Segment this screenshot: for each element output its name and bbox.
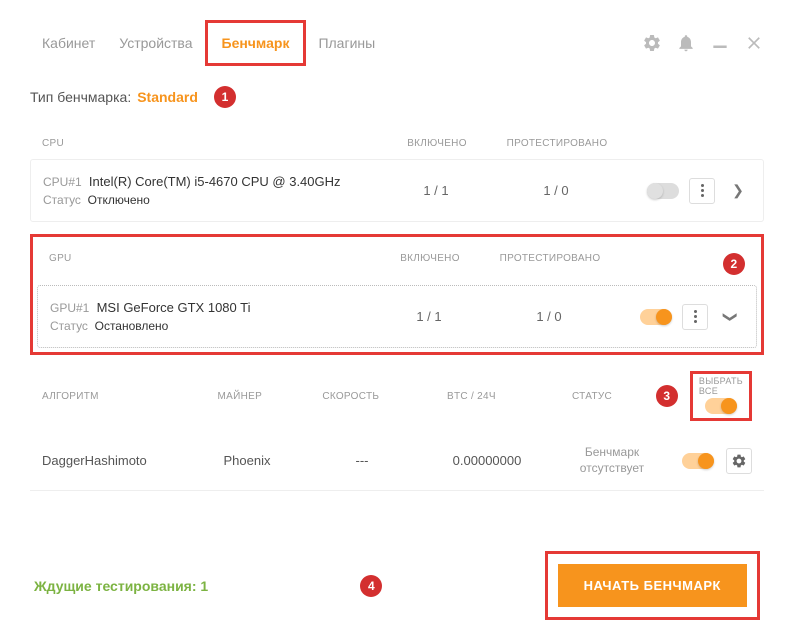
cpu-label: CPU#1 bbox=[43, 175, 82, 189]
start-benchmark-button[interactable]: НАЧАТЬ БЕНЧМАРК bbox=[558, 564, 747, 607]
tab-cabinet[interactable]: Кабинет bbox=[30, 25, 107, 61]
algo-btc: 0.00000000 bbox=[422, 453, 552, 468]
gpu-name: MSI GeForce GTX 1080 Ti bbox=[97, 300, 251, 315]
callout-badge-1: 1 bbox=[214, 86, 236, 108]
algo-settings-button[interactable] bbox=[726, 448, 752, 474]
tab-devices[interactable]: Устройства bbox=[107, 25, 204, 61]
algo-speed: --- bbox=[302, 453, 422, 468]
cpu-toggle[interactable] bbox=[647, 183, 679, 199]
gpu-collapse-button[interactable]: ❯ bbox=[718, 304, 744, 330]
bell-icon[interactable] bbox=[676, 33, 696, 53]
algo-name: DaggerHashimoto bbox=[42, 453, 192, 468]
algo-header: АЛГОРИТМ МАЙНЕР СКОРОСТЬ BTC / 24ч СТАТУ… bbox=[30, 361, 764, 431]
callout-badge-2: 2 bbox=[723, 253, 745, 275]
cpu-expand-button[interactable]: ❯ bbox=[725, 178, 751, 204]
gpu-header: GPU ВКЛЮЧЕНО ПРОТЕСТИРОВАНО 2 bbox=[37, 243, 757, 285]
tab-plugins[interactable]: Плагины bbox=[306, 25, 387, 61]
gpu-status: Остановлено bbox=[95, 319, 169, 333]
select-all-label: ВЫБРАТЬ ВСЕ bbox=[699, 376, 743, 396]
algo-toggle[interactable] bbox=[682, 453, 714, 469]
gpu-enabled: 1 / 1 bbox=[374, 309, 484, 324]
gpu-row: GPU#1 MSI GeForce GTX 1080 Ti Статус Ост… bbox=[37, 285, 757, 348]
benchmark-type-label: Тип бенчмарка: bbox=[30, 89, 131, 105]
nav-tabs: Кабинет Устройства Бенчмарк Плагины bbox=[30, 20, 764, 66]
gpu-menu-button[interactable] bbox=[682, 304, 708, 330]
select-all-toggle[interactable] bbox=[705, 398, 737, 414]
benchmark-type: Тип бенчмарка: Standard 1 bbox=[30, 86, 764, 108]
tab-benchmark[interactable]: Бенчмарк bbox=[210, 25, 302, 61]
cpu-status: Отключено bbox=[88, 193, 150, 207]
algo-miner: Phoenix bbox=[192, 453, 302, 468]
gear-icon bbox=[731, 453, 747, 469]
benchmark-type-value[interactable]: Standard bbox=[137, 89, 198, 105]
close-icon[interactable] bbox=[744, 33, 764, 53]
gpu-label: GPU#1 bbox=[50, 301, 89, 315]
gear-icon[interactable] bbox=[642, 33, 662, 53]
callout-badge-3: 3 bbox=[656, 385, 678, 407]
callout-badge-4: 4 bbox=[360, 575, 382, 597]
minimize-icon[interactable] bbox=[710, 33, 730, 53]
cpu-header: CPU ВКЛЮЧЕНО ПРОТЕСТИРОВАНО bbox=[30, 128, 764, 159]
cpu-menu-button[interactable] bbox=[689, 178, 715, 204]
gpu-toggle[interactable] bbox=[640, 309, 672, 325]
cpu-name: Intel(R) Core(TM) i5-4670 CPU @ 3.40GHz bbox=[89, 174, 341, 189]
cpu-tested: 1 / 0 bbox=[491, 183, 621, 198]
algo-status: Бенчмарк отсутствует bbox=[552, 445, 672, 476]
cpu-row: CPU#1 Intel(R) Core(TM) i5-4670 CPU @ 3.… bbox=[30, 159, 764, 222]
gpu-tested: 1 / 0 bbox=[484, 309, 614, 324]
cpu-enabled: 1 / 1 bbox=[381, 183, 491, 198]
algo-row: DaggerHashimoto Phoenix --- 0.00000000 Б… bbox=[30, 431, 764, 491]
pending-tests: Ждущие тестирования: 1 bbox=[34, 578, 208, 594]
